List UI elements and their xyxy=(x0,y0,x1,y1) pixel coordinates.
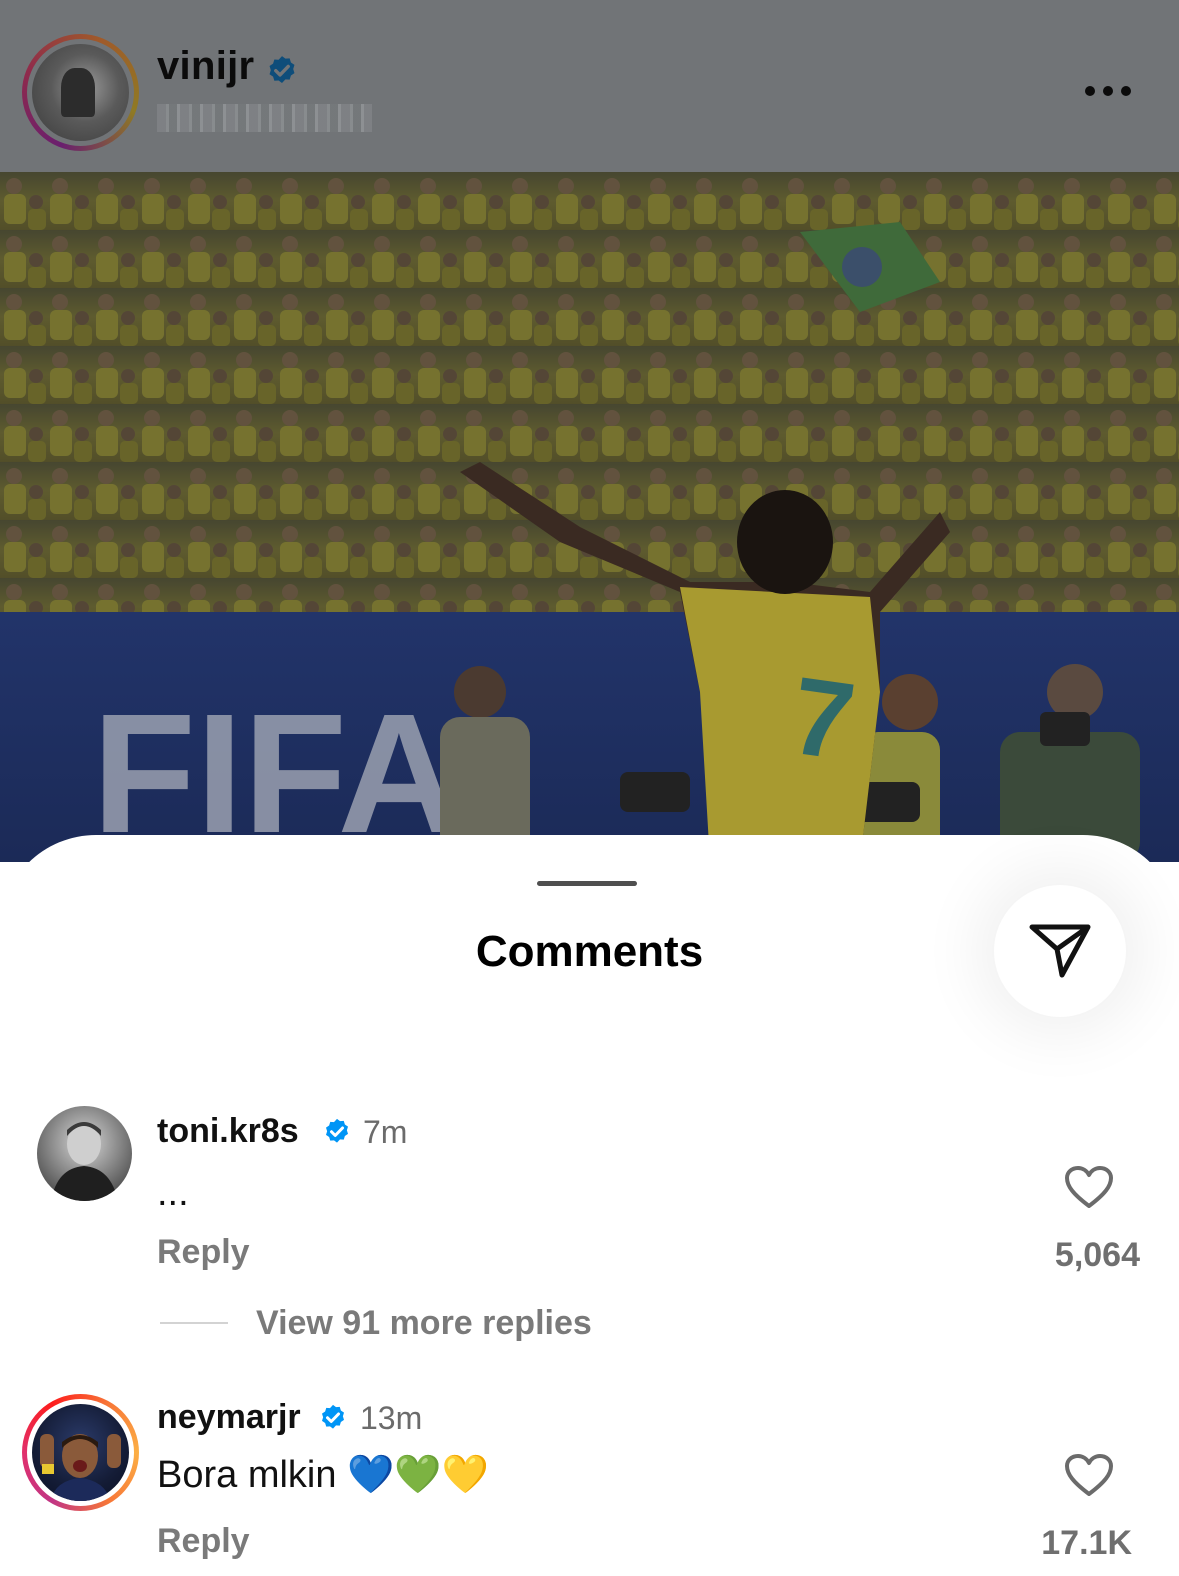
commenter-username[interactable]: neymarjr xyxy=(157,1398,301,1437)
comment-text: Bora mlkin 💙💚💛 xyxy=(157,1454,489,1496)
post-subtitle-redacted xyxy=(157,104,372,132)
sheet-grabber[interactable] xyxy=(537,881,637,886)
more-horizontal-icon[interactable] xyxy=(1083,84,1133,98)
send-icon xyxy=(1029,924,1091,978)
replies-divider xyxy=(160,1322,228,1324)
like-count: 5,064 xyxy=(1054,1236,1140,1274)
heart-icon[interactable] xyxy=(1063,1452,1115,1498)
heart-icon[interactable] xyxy=(1063,1164,1115,1210)
like-count: 17.1K xyxy=(1041,1524,1132,1562)
comment-timestamp: 13m xyxy=(360,1400,423,1436)
post-header: vinijr xyxy=(0,0,1179,172)
share-button[interactable] xyxy=(994,885,1126,1017)
verified-badge-icon xyxy=(326,1118,348,1143)
commenter-avatar[interactable] xyxy=(22,1394,139,1511)
post-author-avatar[interactable] xyxy=(22,34,139,151)
verified-badge-icon xyxy=(269,56,295,84)
verified-badge-icon xyxy=(322,1404,344,1429)
reply-button[interactable]: Reply xyxy=(157,1233,250,1272)
commenter-username[interactable]: toni.kr8s xyxy=(157,1112,299,1151)
commenter-avatar[interactable] xyxy=(37,1106,132,1201)
view-more-replies-button[interactable]: View 91 more replies xyxy=(256,1304,592,1343)
comment-text: ... xyxy=(157,1172,189,1214)
post-author-username[interactable]: vinijr xyxy=(157,44,254,89)
reply-button[interactable]: Reply xyxy=(157,1522,250,1561)
comment-timestamp: 7m xyxy=(363,1114,408,1150)
post-photo[interactable]: FIFA 7 xyxy=(0,172,1179,862)
